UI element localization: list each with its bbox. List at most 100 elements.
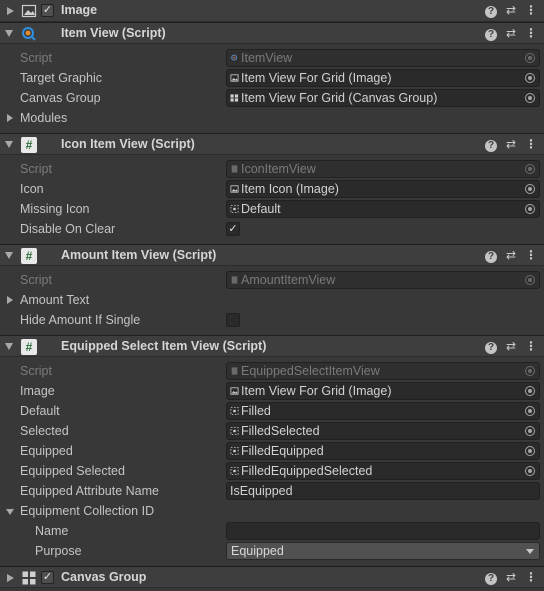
context-menu-icon[interactable]: ⋮ (524, 26, 538, 40)
context-menu-icon[interactable]: ⋮ (524, 137, 538, 151)
disable-on-clear-checkbox[interactable]: ✓ (226, 222, 240, 236)
property-label: Equipped (20, 444, 73, 458)
component-header-image[interactable]: ✓ Image ? ⇄ ⋮ (0, 0, 544, 22)
help-icon[interactable]: ? (484, 339, 498, 354)
property-label: Selected (20, 424, 69, 438)
component-title: Canvas Group (61, 570, 147, 584)
image-field[interactable]: Item View For Grid (Image) (226, 382, 540, 400)
property-row-modules[interactable]: Modules (0, 108, 544, 128)
sprite-icon (230, 447, 239, 455)
preset-icon[interactable]: ⇄ (504, 137, 518, 151)
purpose-dropdown[interactable]: Equipped (226, 542, 540, 560)
property-label: Equipped Attribute Name (20, 484, 159, 498)
equipped-selected-sprite-field[interactable]: FilledEquippedSelected (226, 462, 540, 480)
preset-icon[interactable]: ⇄ (504, 339, 518, 353)
image-icon (230, 74, 239, 82)
selected-sprite-field[interactable]: FilledSelected (226, 422, 540, 440)
property-row-script: Script ItemView (0, 48, 544, 68)
object-picker-icon[interactable] (525, 93, 535, 103)
object-picker-icon[interactable] (525, 204, 535, 214)
image-icon (230, 387, 239, 395)
property-row-equipment-collection-id[interactable]: Equipment Collection ID (0, 501, 544, 521)
foldout-collapsed-icon[interactable] (7, 7, 14, 15)
property-label: Missing Icon (20, 202, 90, 216)
help-icon[interactable]: ? (484, 248, 498, 263)
object-picker-icon[interactable] (525, 184, 535, 194)
modules-foldout[interactable]: Modules (7, 111, 68, 125)
property-row-script: Script EquippedSelectItemView (0, 361, 544, 381)
field-value: Filled (241, 404, 271, 418)
help-icon[interactable]: ? (484, 137, 498, 152)
missing-icon-field[interactable]: Default (226, 200, 540, 218)
hide-amount-checkbox[interactable] (226, 313, 240, 327)
property-label: Target Graphic (20, 71, 102, 85)
preset-icon[interactable]: ⇄ (504, 3, 518, 17)
equipped-attribute-name-input[interactable]: IsEquipped (226, 482, 540, 500)
foldout-expanded-icon[interactable] (5, 343, 13, 350)
sprite-icon (230, 427, 239, 435)
foldout-expanded-icon[interactable] (5, 30, 13, 37)
object-picker-icon (525, 275, 535, 285)
context-menu-icon[interactable]: ⋮ (524, 339, 538, 353)
object-picker-icon[interactable] (525, 73, 535, 83)
component-header-icon-item-view[interactable]: # Icon Item View (Script) ? ⇄ ⋮ (0, 133, 544, 155)
property-label: Amount Text (20, 293, 90, 307)
property-row-missing-icon: Missing Icon Default (0, 199, 544, 219)
field-value: ItemView (241, 51, 293, 65)
property-row-purpose: Purpose Equipped (0, 541, 544, 561)
preset-icon[interactable]: ⇄ (504, 26, 518, 40)
canvas-group-field[interactable]: Item View For Grid (Canvas Group) (226, 89, 540, 107)
preset-icon[interactable]: ⇄ (504, 248, 518, 262)
search-script-icon (22, 27, 36, 41)
foldout-collapsed-icon[interactable] (7, 114, 13, 122)
equipped-sprite-field[interactable]: FilledEquipped (226, 442, 540, 460)
object-picker-icon[interactable] (525, 426, 535, 436)
property-label: Modules (20, 111, 68, 125)
component-enabled-toggle[interactable]: ✓ (41, 4, 54, 17)
help-icon[interactable]: ? (484, 26, 498, 41)
foldout-collapsed-icon[interactable] (7, 574, 14, 582)
foldout-collapsed-icon[interactable] (7, 296, 13, 304)
field-value: Item View For Grid (Image) (241, 71, 392, 85)
component-title: Amount Item View (Script) (61, 248, 217, 262)
icon-field[interactable]: Item Icon (Image) (226, 180, 540, 198)
property-row-amount-text[interactable]: Amount Text (0, 290, 544, 310)
context-menu-icon[interactable]: ⋮ (524, 570, 538, 584)
field-value: Item View For Grid (Image) (241, 384, 392, 398)
property-row-hide-amount: Hide Amount If Single (0, 310, 544, 330)
object-picker-icon[interactable] (525, 446, 535, 456)
component-title: Item View (Script) (61, 26, 166, 40)
context-menu-icon[interactable]: ⋮ (524, 248, 538, 262)
component-enabled-toggle[interactable]: ✓ (41, 571, 54, 584)
amount-text-foldout[interactable]: Amount Text (7, 293, 90, 307)
preset-icon[interactable]: ⇄ (504, 570, 518, 584)
object-picker-icon[interactable] (525, 406, 535, 416)
field-value: FilledSelected (241, 424, 320, 438)
component-header-equipped-select-item-view[interactable]: # Equipped Select Item View (Script) ? ⇄… (0, 335, 544, 357)
foldout-expanded-icon[interactable] (5, 141, 13, 148)
context-menu-icon[interactable]: ⋮ (524, 3, 538, 17)
object-picker-icon[interactable] (525, 386, 535, 396)
canvas-group-icon (230, 94, 239, 102)
field-value: FilledEquippedSelected (241, 464, 373, 478)
name-input[interactable] (226, 522, 540, 540)
component-header-item-view[interactable]: Item View (Script) ? ⇄ ⋮ (0, 22, 544, 44)
chevron-down-icon (526, 549, 534, 554)
object-picker-icon (525, 53, 535, 63)
default-sprite-field[interactable]: Filled (226, 402, 540, 420)
help-icon[interactable]: ? (484, 570, 498, 585)
canvas-group-icon (22, 571, 36, 585)
component-header-canvas-group[interactable]: ✓ Canvas Group ? ⇄ ⋮ (0, 566, 544, 588)
property-label: Equipped Selected (20, 464, 125, 478)
object-picker-icon[interactable] (525, 466, 535, 476)
component-header-amount-item-view[interactable]: # Amount Item View (Script) ? ⇄ ⋮ (0, 244, 544, 266)
field-value: AmountItemView (241, 273, 336, 287)
script-file-icon (231, 367, 238, 375)
image-icon (21, 4, 37, 18)
target-graphic-field[interactable]: Item View For Grid (Image) (226, 69, 540, 87)
foldout-expanded-icon[interactable] (5, 252, 13, 259)
foldout-expanded-icon[interactable] (6, 509, 14, 515)
help-icon[interactable]: ? (484, 3, 498, 18)
equipment-collection-id-foldout[interactable]: Equipment Collection ID (6, 504, 154, 518)
sprite-icon (230, 407, 239, 415)
